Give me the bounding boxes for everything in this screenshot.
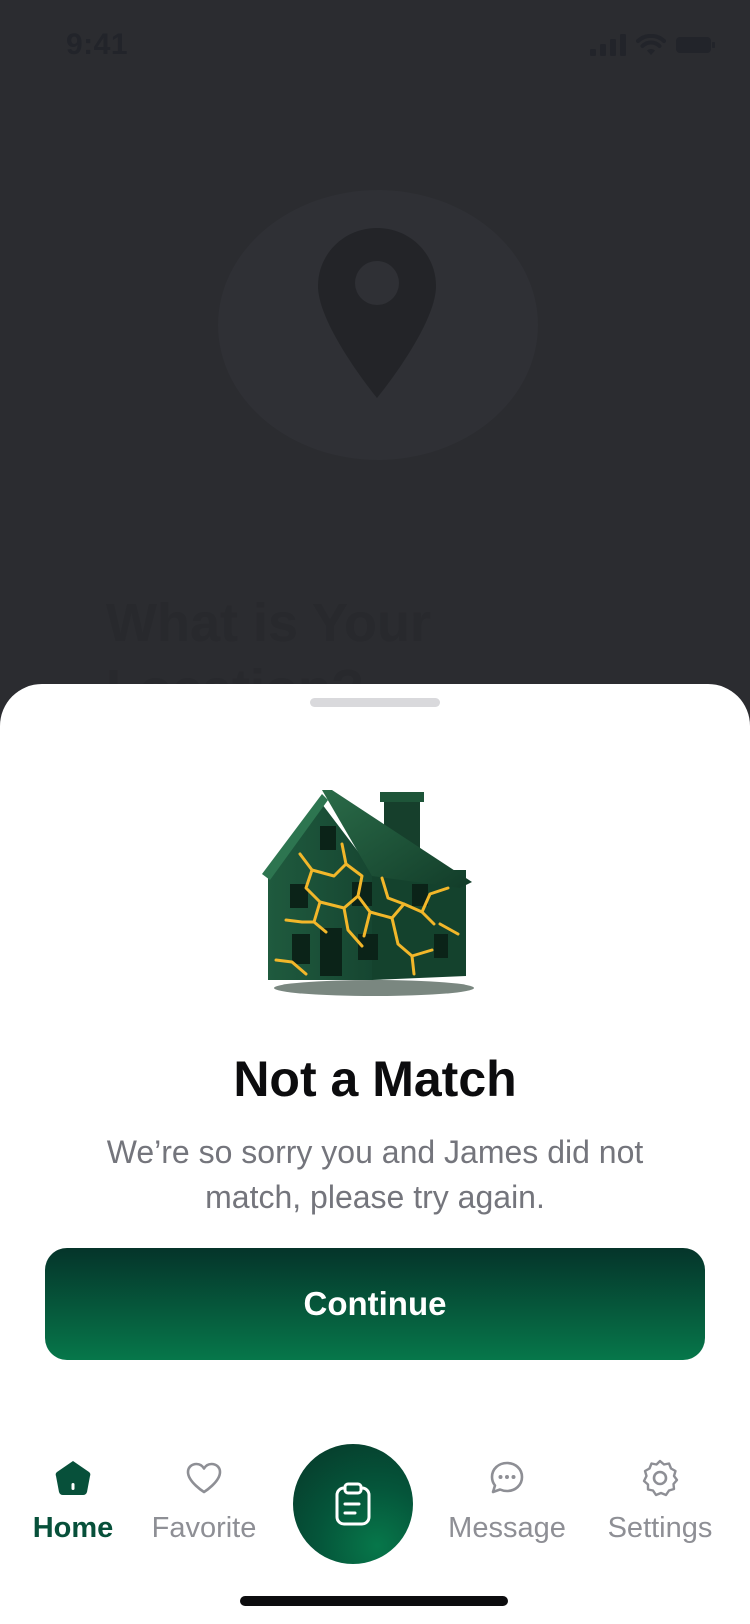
status-bar: 9:41 (0, 0, 750, 96)
nav-item-settings[interactable]: Settings (602, 1458, 718, 1545)
message-icon (487, 1458, 527, 1498)
location-pin-icon (318, 228, 436, 398)
battery-icon (676, 37, 715, 53)
nav-item-home[interactable]: Home (30, 1458, 116, 1545)
nav-label-message: Message (448, 1512, 566, 1544)
nav-item-favorite[interactable]: Favorite (148, 1458, 260, 1545)
gear-icon (640, 1458, 680, 1498)
sheet-title: Not a Match (233, 1051, 517, 1107)
nav-item-message[interactable]: Message (446, 1458, 568, 1545)
bottom-nav: Home Favorite Message Settings (0, 1420, 750, 1624)
cracked-house-illustration (262, 790, 474, 996)
sheet-handle[interactable] (310, 698, 440, 707)
nav-label-favorite: Favorite (151, 1512, 257, 1544)
home-icon (53, 1458, 93, 1498)
sheet-description: We’re so sorry you and James did not mat… (106, 1134, 644, 1215)
signal-icon (590, 34, 626, 56)
heart-icon (184, 1458, 224, 1498)
status-time: 9:41 (66, 28, 129, 61)
continue-button[interactable]: Continue (45, 1248, 705, 1360)
clipboard-fab-button[interactable] (293, 1444, 413, 1564)
status-icons (590, 34, 716, 56)
clipboard-icon (335, 1482, 371, 1526)
wifi-icon (636, 34, 666, 55)
home-indicator (240, 1596, 508, 1606)
nav-label-home: Home (32, 1512, 114, 1544)
nav-label-settings: Settings (607, 1512, 713, 1544)
